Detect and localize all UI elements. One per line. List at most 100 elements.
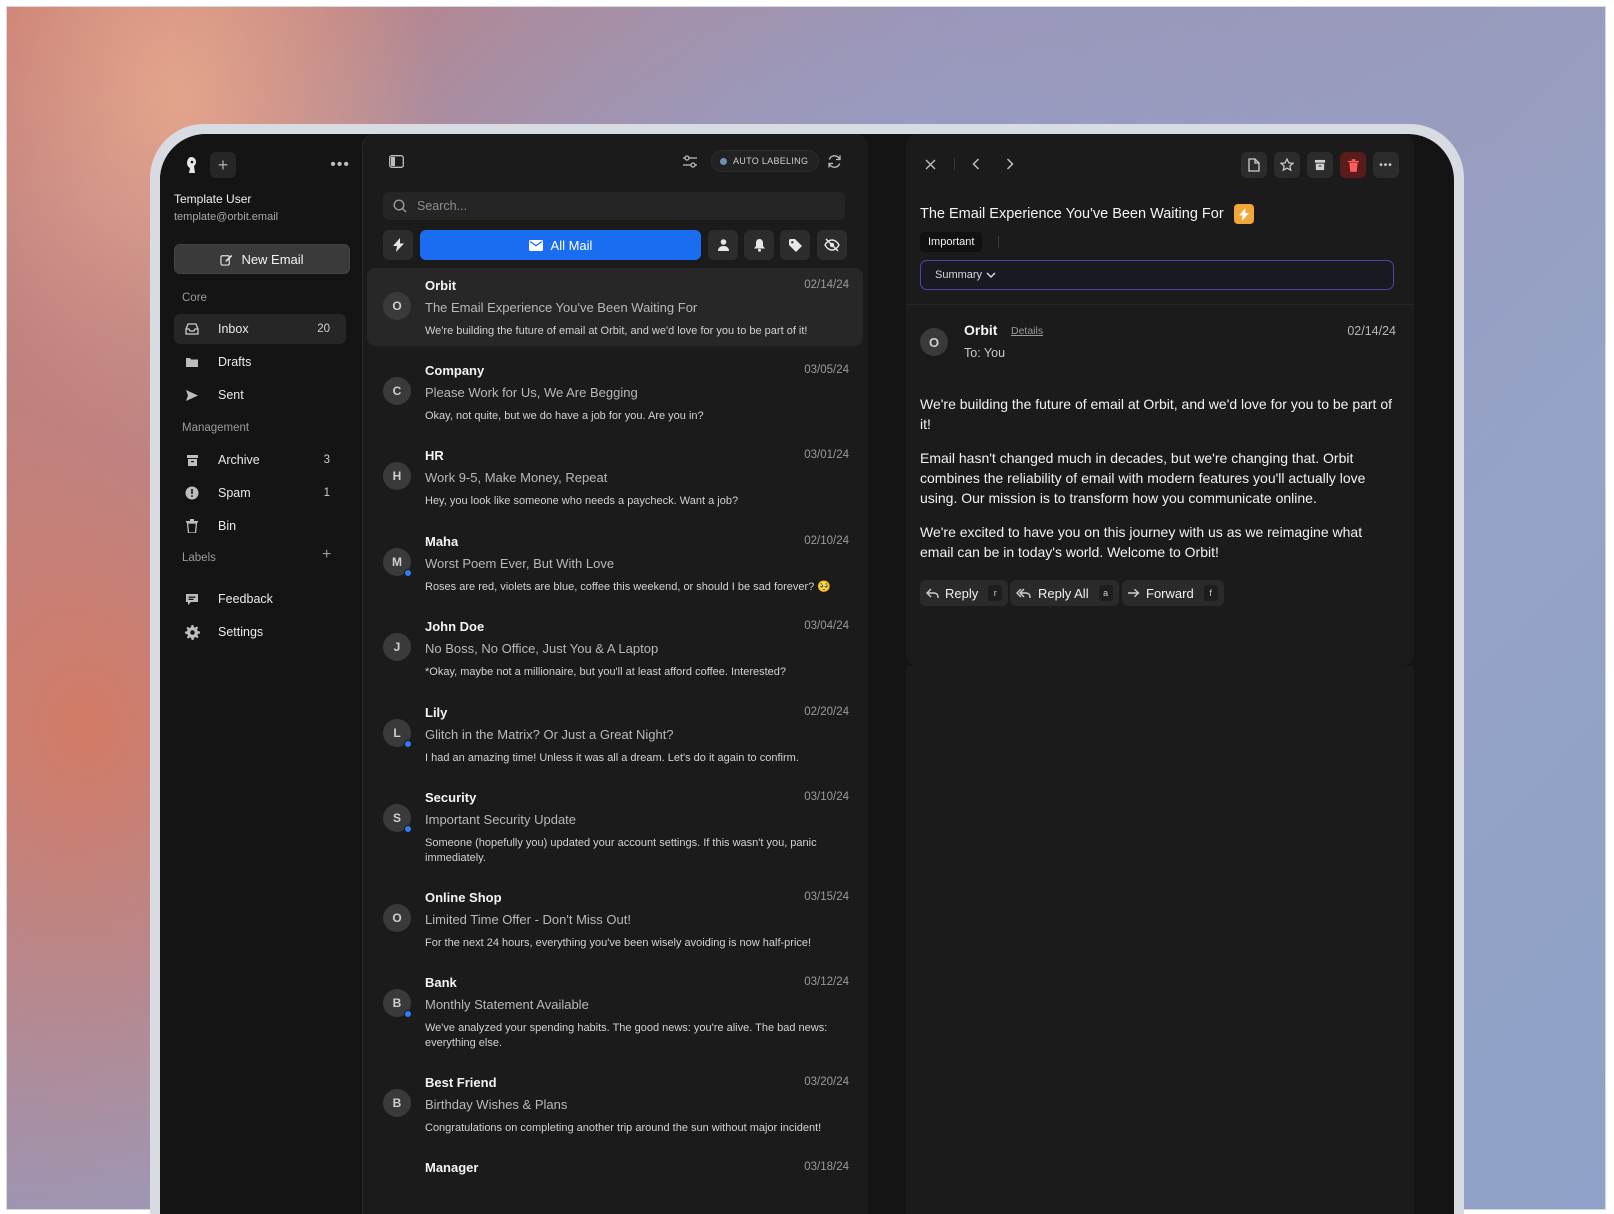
mail-date: 03/18/24	[804, 1161, 849, 1173]
tag-divider	[998, 236, 999, 248]
body-paragraph: We're excited to have you on this journe…	[920, 524, 1363, 560]
star-button[interactable]	[1274, 152, 1300, 178]
email-body: We're building the future of email at Or…	[920, 394, 1398, 576]
mail-list-panel: AUTO LABELING All Mail	[362, 134, 868, 1214]
mail-item[interactable]: H HR 03/01/24 Work 9-5, Make Money, Repe…	[367, 438, 863, 516]
trash-icon	[182, 519, 202, 533]
detail-panel-background	[906, 666, 1414, 1214]
notifications-filter-button[interactable]	[744, 230, 774, 260]
sidebar-toggle-icon[interactable]	[387, 152, 405, 170]
people-filter-button[interactable]	[708, 230, 738, 260]
sidebar: + ••• Template User template@orbit.email…	[160, 134, 360, 1214]
mail-item[interactable]: B Bank 03/12/24 Monthly Statement Availa…	[367, 965, 863, 1057]
reply-all-label: Reply All	[1038, 585, 1089, 601]
filter-row: All Mail	[383, 230, 847, 260]
mail-sender: Security	[425, 790, 477, 805]
sidebar-item-spam[interactable]: Spam 1	[174, 478, 346, 508]
sender-avatar: M	[383, 548, 412, 577]
sender-avatar: O	[383, 904, 411, 932]
sidebar-item-drafts[interactable]: Drafts	[174, 347, 346, 377]
more-actions-button[interactable]: •••	[1373, 152, 1399, 178]
all-mail-button[interactable]: All Mail	[420, 230, 701, 260]
reply-label: Reply	[945, 585, 979, 601]
more-options-icon[interactable]: •••	[330, 156, 350, 174]
mail-date: 03/04/24	[804, 620, 849, 632]
chevron-right-icon[interactable]	[1002, 156, 1018, 172]
refresh-icon[interactable]	[825, 152, 843, 170]
details-link[interactable]: Details	[1011, 325, 1043, 337]
mail-subject: Glitch in the Matrix? Or Just a Great Ni…	[425, 727, 674, 742]
auto-labeling-toggle[interactable]: AUTO LABELING	[711, 150, 820, 172]
add-account-button[interactable]: +	[210, 152, 236, 178]
feedback-icon	[182, 593, 202, 606]
mail-item[interactable]: Manager 03/18/24	[367, 1150, 863, 1190]
summary-label: Summary	[935, 269, 983, 281]
search-input[interactable]	[417, 199, 817, 213]
mail-item[interactable]: B Best Friend 03/20/24 Birthday Wishes &…	[367, 1065, 863, 1143]
arrow-right-icon	[1128, 588, 1140, 598]
mail-date: 03/20/24	[804, 1076, 849, 1088]
sidebar-item-settings[interactable]: Settings	[174, 617, 346, 647]
spam-count: 1	[323, 487, 330, 499]
reply-shortcut: r	[988, 585, 1003, 601]
mail-sender: Maha	[425, 534, 459, 549]
mail-item[interactable]: S Security 03/10/24 Important Security U…	[367, 780, 863, 872]
mail-sender: Manager	[425, 1160, 479, 1175]
mail-icon	[528, 239, 543, 251]
important-tag[interactable]: Important	[920, 232, 983, 252]
sender-avatar: S	[383, 804, 412, 833]
toolbar-divider	[954, 158, 955, 170]
reply-button[interactable]: Reply r	[920, 580, 1009, 606]
sender-avatar: J	[383, 633, 411, 661]
mail-item[interactable]: O Online Shop 03/15/24 Limited Time Offe…	[367, 880, 863, 958]
tag-icon	[788, 238, 802, 252]
mail-date: 03/12/24	[804, 976, 849, 988]
tags-filter-button[interactable]	[780, 230, 810, 260]
new-email-button[interactable]: New Email	[174, 244, 350, 274]
mail-preview: We've analyzed your spending habits. The…	[425, 1022, 828, 1049]
mail-subject: Important Security Update	[425, 812, 577, 827]
gear-icon	[182, 624, 202, 640]
archive-button[interactable]	[1307, 152, 1333, 178]
search-bar	[383, 192, 845, 220]
document-icon	[1248, 158, 1260, 172]
sidebar-item-inbox[interactable]: Inbox 20	[174, 314, 346, 344]
mail-item[interactable]: M Maha 02/10/24 Worst Poem Ever, But Wit…	[367, 524, 863, 602]
sender-avatar: C	[383, 377, 411, 405]
mail-item[interactable]: O Orbit 02/14/24 The Email Experience Yo…	[367, 268, 863, 346]
unread-indicator	[404, 740, 412, 748]
chevron-down-icon	[986, 271, 996, 278]
notes-button[interactable]	[1241, 152, 1267, 178]
forward-button[interactable]: Forward f	[1122, 580, 1224, 606]
chevron-left-icon[interactable]	[968, 156, 984, 172]
sidebar-item-feedback[interactable]: Feedback	[174, 584, 346, 614]
summary-dropdown[interactable]: Summary	[920, 260, 1394, 290]
mail-item[interactable]: J John Doe 03/04/24 No Boss, No Office, …	[367, 609, 863, 687]
priority-filter-button[interactable]	[383, 230, 413, 260]
mail-item[interactable]: L Lily 02/20/24 Glitch in the Matrix? Or…	[367, 695, 863, 773]
mail-sender: Bank	[425, 975, 457, 990]
reply-all-icon	[1016, 588, 1031, 598]
delete-button[interactable]	[1340, 152, 1366, 178]
mail-preview: Someone (hopefully you) updated your acc…	[425, 837, 817, 864]
reply-all-button[interactable]: Reply All a	[1010, 580, 1119, 606]
orbit-logo-icon[interactable]	[180, 154, 202, 176]
add-label-icon[interactable]: +	[322, 546, 331, 564]
forward-shortcut: f	[1203, 585, 1218, 601]
mail-item[interactable]: C Company 03/05/24 Please Work for Us, W…	[367, 353, 863, 431]
hide-filter-button[interactable]	[817, 230, 847, 260]
mail-sender: Best Friend	[425, 1075, 497, 1090]
bolt-icon	[1233, 204, 1254, 224]
sidebar-item-archive[interactable]: Archive 3	[174, 445, 346, 475]
email-date: 02/14/24	[1347, 324, 1396, 338]
section-management: Management	[182, 422, 250, 434]
close-icon[interactable]	[922, 156, 938, 172]
sidebar-item-bin[interactable]: Bin	[174, 511, 346, 541]
sender-avatar: L	[383, 719, 412, 748]
compose-icon	[220, 254, 233, 266]
sidebar-item-sent[interactable]: Sent	[174, 380, 346, 410]
eye-off-icon	[824, 238, 840, 252]
mail-sender: Lily	[425, 705, 448, 720]
filter-settings-icon[interactable]	[681, 152, 699, 170]
app-window: + ••• Template User template@orbit.email…	[160, 134, 1454, 1214]
